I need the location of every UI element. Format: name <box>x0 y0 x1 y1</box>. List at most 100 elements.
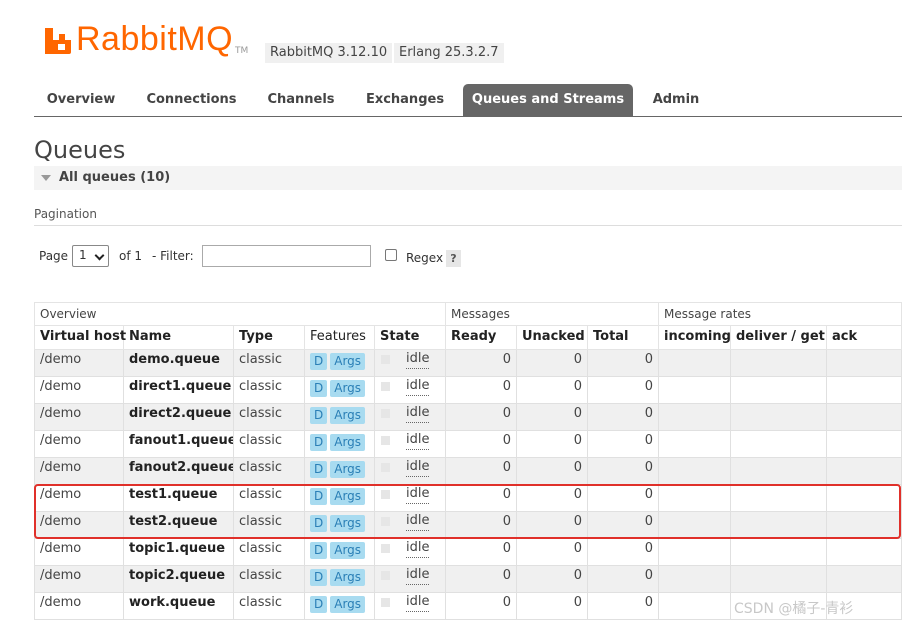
cell-state: idle <box>375 431 446 458</box>
cell-name[interactable]: direct1.queue <box>124 377 234 404</box>
cell-total: 0 <box>588 512 659 539</box>
erlang-version: Erlang 25.3.2.7 <box>394 43 504 63</box>
tab-overview[interactable]: Overview <box>34 84 128 116</box>
state-idle-icon <box>381 571 390 580</box>
cell-ready: 0 <box>446 377 517 404</box>
col-features: Features <box>305 326 375 350</box>
durable-badge[interactable]: D <box>310 353 328 370</box>
col-deliver-get[interactable]: deliver / get <box>731 326 827 350</box>
state-idle-icon <box>381 463 390 472</box>
cell-unacked: 0 <box>517 350 588 377</box>
page-select[interactable]: 1 <box>72 245 109 267</box>
cell-incoming <box>659 593 731 620</box>
args-badge[interactable]: Args <box>330 596 366 613</box>
col-state[interactable]: State <box>375 326 446 350</box>
durable-badge[interactable]: D <box>310 434 328 451</box>
cell-deliver-get <box>731 431 827 458</box>
col-virtual-host[interactable]: Virtual host <box>34 326 126 350</box>
cell-name[interactable]: test1.queue <box>124 485 234 512</box>
cell-name[interactable]: demo.queue <box>124 350 234 377</box>
table-row: /demo direct1.queue classic D Args idle 0 0 0 <box>34 377 902 404</box>
cell-name[interactable]: test2.queue <box>124 512 234 539</box>
cell-state: idle <box>375 512 446 539</box>
durable-badge[interactable]: D <box>310 569 328 586</box>
cell-ready: 0 <box>446 404 517 431</box>
cell-ready: 0 <box>446 485 517 512</box>
col-ack[interactable]: ack <box>827 326 902 350</box>
tab-admin[interactable]: Admin <box>640 84 712 116</box>
args-badge[interactable]: Args <box>330 407 366 424</box>
args-badge[interactable]: Args <box>330 353 366 370</box>
regex-help-icon[interactable]: ? <box>446 250 461 267</box>
cell-ready: 0 <box>446 431 517 458</box>
page-title: Queues <box>34 136 126 164</box>
cell-name[interactable]: topic2.queue <box>124 566 234 593</box>
tab-connections[interactable]: Connections <box>134 84 249 116</box>
group-overview: Overview <box>34 302 446 326</box>
cell-unacked: 0 <box>517 458 588 485</box>
cell-ack <box>827 512 902 539</box>
tab-queues-and-streams[interactable]: Queues and Streams <box>463 84 633 116</box>
regex-checkbox[interactable] <box>385 249 397 261</box>
col-type[interactable]: Type <box>234 326 305 350</box>
main-nav: Overview Connections Channels Exchanges … <box>34 84 902 117</box>
table-row: /demo fanout1.queue classic D Args idle 0 0 0 <box>34 431 902 458</box>
cell-virtual-host: /demo <box>34 512 124 539</box>
args-badge[interactable]: Args <box>330 542 366 559</box>
cell-features: D Args <box>305 377 375 404</box>
args-badge[interactable]: Args <box>330 461 366 478</box>
args-badge[interactable]: Args <box>330 434 366 451</box>
durable-badge[interactable]: D <box>310 461 328 478</box>
cell-deliver-get <box>731 458 827 485</box>
logo-text: RabbitMQ <box>76 20 234 58</box>
cell-total: 0 <box>588 485 659 512</box>
cell-deliver-get <box>731 485 827 512</box>
cell-state: idle <box>375 593 446 620</box>
tab-exchanges[interactable]: Exchanges <box>354 84 456 116</box>
cell-state: idle <box>375 350 446 377</box>
args-badge[interactable]: Args <box>330 569 366 586</box>
cell-name[interactable]: direct2.queue <box>124 404 234 431</box>
cell-deliver-get <box>731 404 827 431</box>
col-ready[interactable]: Ready <box>446 326 517 350</box>
cell-deliver-get <box>731 350 827 377</box>
cell-virtual-host: /demo <box>34 377 124 404</box>
state-idle-icon <box>381 409 390 418</box>
col-incoming[interactable]: incoming <box>659 326 731 350</box>
durable-badge[interactable]: D <box>310 542 328 559</box>
watermark: CSDN @橘子-青衫 <box>734 601 854 617</box>
cell-state: idle <box>375 485 446 512</box>
col-unacked[interactable]: Unacked <box>517 326 588 350</box>
table-row: /demo direct2.queue classic D Args idle 0 0 0 <box>34 404 902 431</box>
cell-ack <box>827 404 902 431</box>
cell-name[interactable]: fanout2.queue <box>124 458 234 485</box>
args-badge[interactable]: Args <box>330 380 366 397</box>
cell-name[interactable]: topic1.queue <box>124 539 234 566</box>
all-queues-toggle[interactable]: All queues (10) <box>34 166 902 190</box>
tab-channels[interactable]: Channels <box>256 84 346 116</box>
state-label: idle <box>406 350 430 369</box>
cell-type: classic <box>234 350 305 377</box>
cell-incoming <box>659 350 731 377</box>
cell-name[interactable]: work.queue <box>124 593 234 620</box>
cell-name[interactable]: fanout1.queue <box>124 431 234 458</box>
cell-features: D Args <box>305 350 375 377</box>
cell-type: classic <box>234 377 305 404</box>
durable-badge[interactable]: D <box>310 407 328 424</box>
durable-badge[interactable]: D <box>310 596 328 613</box>
durable-badge[interactable]: D <box>310 488 328 505</box>
state-idle-icon <box>381 355 390 364</box>
rabbitmq-version: RabbitMQ 3.12.10 <box>265 43 393 63</box>
cell-virtual-host: /demo <box>34 539 124 566</box>
cell-unacked: 0 <box>517 512 588 539</box>
durable-badge[interactable]: D <box>310 515 328 532</box>
cell-incoming <box>659 458 731 485</box>
filter-input[interactable] <box>202 245 371 267</box>
cell-type: classic <box>234 512 305 539</box>
durable-badge[interactable]: D <box>310 380 328 397</box>
args-badge[interactable]: Args <box>330 515 366 532</box>
col-total[interactable]: Total <box>588 326 659 350</box>
cell-state: idle <box>375 377 446 404</box>
col-name[interactable]: Name <box>124 326 234 350</box>
args-badge[interactable]: Args <box>330 488 366 505</box>
